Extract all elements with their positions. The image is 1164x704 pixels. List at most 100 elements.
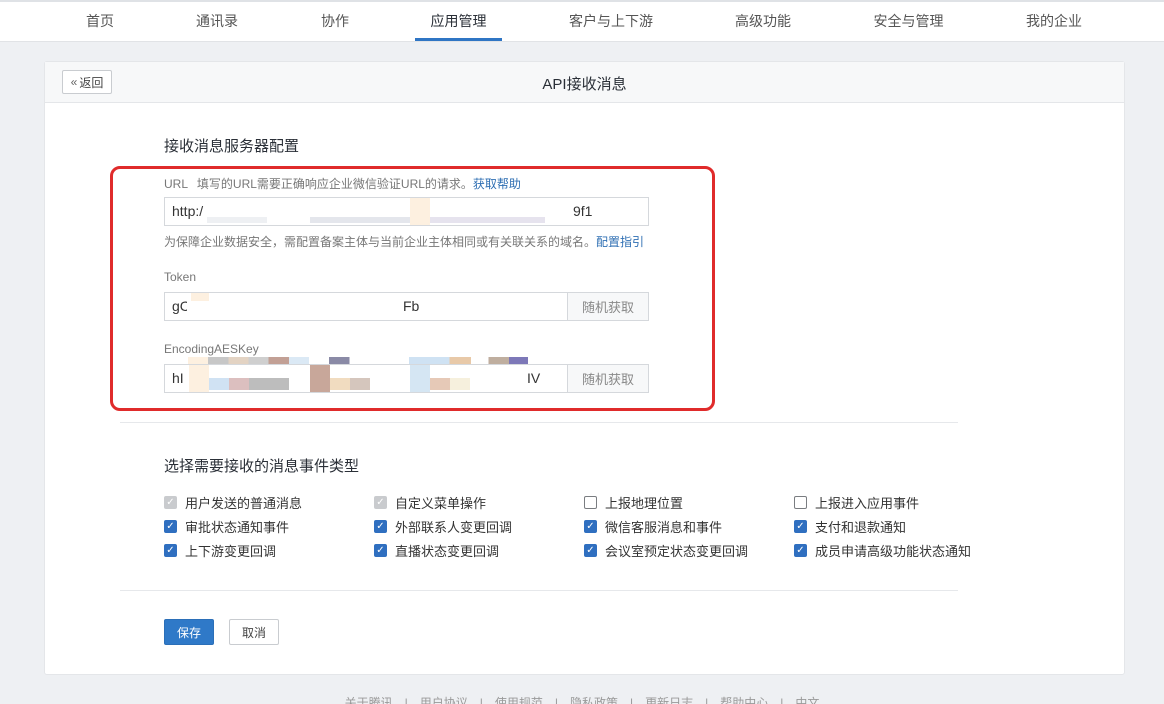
checkbox-checked-icon[interactable]: ✓ <box>164 520 177 533</box>
event-checkbox-row[interactable]: ✓ 会议室预定状态变更回调 <box>584 541 748 560</box>
nav-item-collaboration[interactable]: 协作 <box>319 11 351 41</box>
aes-value-end: IV <box>527 370 541 386</box>
redacted-mosaic <box>409 357 528 364</box>
event-label: 自定义菜单操作 <box>395 496 487 511</box>
redacted-mosaic <box>209 378 229 390</box>
checkbox-checked-icon[interactable]: ✓ <box>164 544 177 557</box>
redacted-mosaic <box>410 365 430 392</box>
token-value-end: Fb <box>403 298 420 314</box>
footer-link[interactable]: 用户协议 <box>420 696 468 704</box>
aes-key-input[interactable]: hI IV <box>164 364 568 393</box>
event-checkbox-row: ✓ 用户发送的普通消息 <box>164 493 302 512</box>
nav-item-home[interactable]: 首页 <box>85 11 115 41</box>
redacted-mosaic <box>188 357 356 364</box>
nav-item-advanced[interactable]: 高级功能 <box>734 11 792 41</box>
event-label: 微信客服消息和事件 <box>605 520 723 535</box>
top-nav: 首页 通讯录 协作 应用管理 客户与上下游 高级功能 安全与管理 我的企业 <box>0 0 1164 42</box>
event-checkbox-row[interactable]: ✓ 微信客服消息和事件 <box>584 517 722 536</box>
footer-separator: | <box>479 696 483 704</box>
event-label: 成员申请高级功能状态通知 <box>815 544 972 559</box>
checkbox-checked-icon[interactable]: ✓ <box>374 520 387 533</box>
url-label: URL <box>164 177 188 191</box>
nav-item-app-management[interactable]: 应用管理 <box>415 11 502 41</box>
redacted-mosaic <box>410 198 430 225</box>
aes-random-button[interactable]: 随机获取 <box>567 364 649 393</box>
nav-item-security[interactable]: 安全与管理 <box>872 11 945 41</box>
redacted-mosaic <box>330 378 350 390</box>
event-label: 支付和退款通知 <box>815 520 907 535</box>
token-input[interactable]: gC Fb <box>164 292 568 321</box>
event-checkbox-row[interactable]: ✓ 直播状态变更回调 <box>374 541 499 560</box>
checkbox-checked-icon: ✓ <box>374 496 387 509</box>
url-help-link[interactable]: 获取帮助 <box>473 177 521 191</box>
event-label: 上下游变更回调 <box>185 544 277 559</box>
domain-note-row: 为保障企业数据安全，需配置备案主体与当前企业主体相同或有关联关系的域名。配置指引 <box>164 233 644 250</box>
nav-item-customers[interactable]: 客户与上下游 <box>568 11 654 41</box>
section-divider <box>120 590 958 591</box>
redacted-mosaic <box>229 378 249 390</box>
footer-separator: | <box>404 696 408 704</box>
redacted-mosaic <box>430 217 545 223</box>
event-checkbox-row[interactable]: ✓ 支付和退款通知 <box>794 517 906 536</box>
redacted-mosaic <box>189 365 209 392</box>
url-value-end: 9f1 <box>573 203 593 219</box>
redacted-mosaic <box>450 378 470 390</box>
nav-item-app-management-label: 应用管理 <box>430 13 487 29</box>
event-label: 审批状态通知事件 <box>185 520 290 535</box>
url-input[interactable]: http:/ 9f1 <box>164 197 649 226</box>
footer-link[interactable]: 使用规范 <box>495 696 543 704</box>
cancel-button[interactable]: 取消 <box>229 619 279 645</box>
url-label-row: URL 填写的URL需要正确响应企业微信验证URL的请求。获取帮助 <box>164 175 521 192</box>
checkbox-checked-icon[interactable]: ✓ <box>374 544 387 557</box>
event-checkbox-row[interactable]: 上报地理位置 <box>584 493 683 512</box>
active-tab-indicator <box>415 38 502 41</box>
redacted-mosaic <box>249 378 289 390</box>
redacted-mosaic <box>187 293 397 320</box>
nav-item-my-enterprise[interactable]: 我的企业 <box>1025 11 1083 41</box>
event-checkbox-row[interactable]: ✓ 上下游变更回调 <box>164 541 276 560</box>
redacted-mosaic <box>191 293 209 301</box>
event-checkbox-row: ✓ 自定义菜单操作 <box>374 493 486 512</box>
event-label: 会议室预定状态变更回调 <box>605 544 749 559</box>
aes-value-start: hI <box>172 370 184 386</box>
checkbox[interactable] <box>794 496 807 509</box>
footer-separator: | <box>554 696 558 704</box>
checkbox-checked-icon[interactable]: ✓ <box>794 544 807 557</box>
event-label: 直播状态变更回调 <box>395 544 500 559</box>
events-title: 选择需要接收的消息事件类型 <box>164 458 360 475</box>
footer-link[interactable]: 中文 <box>795 696 819 704</box>
event-checkbox-row[interactable]: ✓ 外部联系人变更回调 <box>374 517 512 536</box>
token-random-button[interactable]: 随机获取 <box>567 292 649 321</box>
server-config-title: 接收消息服务器配置 <box>164 138 300 155</box>
checkbox[interactable] <box>584 496 597 509</box>
footer-links: 关于腾讯 | 用户协议 | 使用规范 | 隐私政策 | 更新日志 | 帮助中心 | 中文 <box>0 694 1164 704</box>
event-checkbox-row[interactable]: 上报进入应用事件 <box>794 493 919 512</box>
footer-separator: | <box>780 696 784 704</box>
event-label: 上报进入应用事件 <box>815 496 920 511</box>
checkbox-checked-icon[interactable]: ✓ <box>794 520 807 533</box>
page-title: API接收消息 <box>542 76 627 93</box>
checkbox-checked-icon[interactable]: ✓ <box>584 544 597 557</box>
token-label: Token <box>164 270 197 284</box>
checkbox-checked-icon[interactable]: ✓ <box>584 520 597 533</box>
event-checkbox-row[interactable]: ✓ 成员申请高级功能状态通知 <box>794 541 971 560</box>
url-value-start: http:/ <box>172 203 204 219</box>
domain-config-link[interactable]: 配置指引 <box>596 235 644 249</box>
redacted-mosaic <box>430 378 450 390</box>
footer-link[interactable]: 更新日志 <box>645 696 693 704</box>
redacted-mosaic <box>207 217 267 223</box>
nav-item-contacts[interactable]: 通讯录 <box>194 11 240 41</box>
section-divider <box>120 422 958 423</box>
checkbox-checked-icon: ✓ <box>164 496 177 509</box>
save-button[interactable]: 保存 <box>164 619 214 645</box>
redacted-mosaic <box>350 378 370 390</box>
footer-separator: | <box>705 696 709 704</box>
footer-separator: | <box>630 696 634 704</box>
redacted-mosaic <box>310 217 410 223</box>
footer-link[interactable]: 隐私政策 <box>570 696 618 704</box>
footer-link[interactable]: 帮助中心 <box>720 696 768 704</box>
event-label: 用户发送的普通消息 <box>185 496 303 511</box>
event-checkbox-row[interactable]: ✓ 审批状态通知事件 <box>164 517 289 536</box>
top-border <box>0 0 1164 2</box>
footer-link[interactable]: 关于腾讯 <box>345 696 393 704</box>
